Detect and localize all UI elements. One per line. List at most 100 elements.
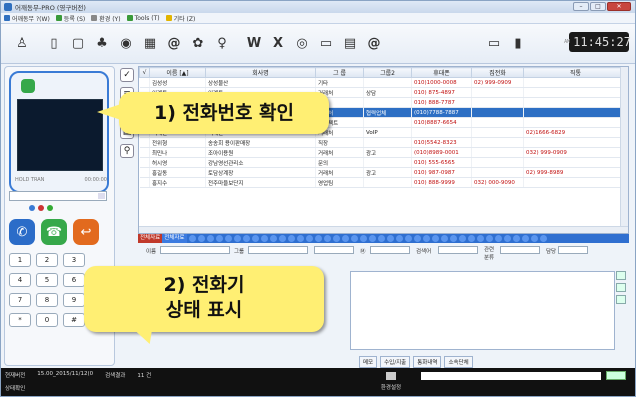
index-letter[interactable] xyxy=(224,235,232,242)
manager-field[interactable] xyxy=(558,246,588,254)
index-letter[interactable] xyxy=(359,235,367,242)
column-header[interactable]: 직통 xyxy=(523,67,628,78)
keypad-key[interactable]: # xyxy=(63,313,85,327)
index-letter[interactable] xyxy=(503,235,511,242)
category-field[interactable] xyxy=(500,246,540,254)
name-field[interactable] xyxy=(160,246,230,254)
table-row[interactable]: 홍지수 전주마을보단지 영업팀 010) 888-9999 032) 000-9090 xyxy=(139,177,628,188)
index-letter[interactable] xyxy=(512,235,520,242)
index-letter[interactable] xyxy=(422,235,430,242)
index-letter[interactable] xyxy=(233,235,241,242)
index-letter[interactable] xyxy=(395,235,403,242)
index-letter[interactable] xyxy=(278,235,286,242)
hangup-icon[interactable]: ↩ xyxy=(73,219,99,245)
monitor-icon[interactable]: ▭ xyxy=(483,33,505,55)
memo-area[interactable] xyxy=(350,271,615,350)
close-button[interactable]: ✕ xyxy=(607,2,631,11)
column-header[interactable]: 회사명 xyxy=(205,67,316,78)
table-row[interactable]: 최민나 조아이용원 거래처 광고 (010)8989-0001 032) 999-0909 xyxy=(139,147,628,158)
phone-icon[interactable]: ▯ xyxy=(43,33,65,55)
keypad-key[interactable]: 8 xyxy=(36,293,58,307)
table-row[interactable]: 김성성 상성물산 기타 010)1000-0008 02) 999-0909 xyxy=(139,77,628,88)
disc-icon[interactable]: ◉ xyxy=(115,33,137,55)
column-header[interactable]: 휴대폰 xyxy=(411,67,472,78)
note-icon[interactable]: ▤ xyxy=(339,33,361,55)
settings-icon[interactable]: ✿ xyxy=(187,33,209,55)
tab-all-data[interactable]: 전체자료 xyxy=(138,234,163,243)
index-letter[interactable] xyxy=(386,235,394,242)
index-letter[interactable] xyxy=(431,235,439,242)
keypad-key[interactable]: 9 xyxy=(63,293,85,307)
index-letter[interactable] xyxy=(485,235,493,242)
keypad-key[interactable]: 2 xyxy=(36,253,58,267)
keypad-key[interactable]: 7 xyxy=(9,293,31,307)
group2-field[interactable] xyxy=(314,246,354,254)
checkbox-icon[interactable]: ✓ xyxy=(120,68,134,82)
at-icon[interactable]: @ xyxy=(363,33,385,55)
index-letter[interactable] xyxy=(251,235,259,242)
memo-save-icon[interactable] xyxy=(616,295,626,304)
call-icon[interactable]: ✆ xyxy=(9,219,35,245)
keypad-key[interactable]: 3 xyxy=(63,253,85,267)
index-letter[interactable] xyxy=(413,235,421,242)
group-icon[interactable]: ♣ xyxy=(91,33,113,55)
index-letter[interactable] xyxy=(377,235,385,242)
excel-icon[interactable]: X xyxy=(267,33,289,55)
column-header[interactable]: 이름 [▲] xyxy=(149,67,206,78)
table-row[interactable]: 홍길동 토담상계장 거래처 광고 010) 987-0987 02) 999-8989 xyxy=(139,167,628,178)
minimize-button[interactable]: – xyxy=(573,2,589,11)
column-header[interactable]: √ xyxy=(139,67,150,78)
index-letter[interactable] xyxy=(530,235,538,242)
search-field[interactable] xyxy=(438,246,478,254)
go-button[interactable] xyxy=(606,371,626,380)
memo-icon[interactable]: ▢ xyxy=(67,33,89,55)
index-letter[interactable] xyxy=(287,235,295,242)
person-icon[interactable]: ♀ xyxy=(211,33,233,55)
menu-item[interactable]: Tools (T) xyxy=(126,15,160,22)
detail-tab[interactable]: 통화내역 xyxy=(413,356,442,368)
column-header[interactable]: 그 룹 xyxy=(315,67,364,78)
column-header[interactable]: 그룹2 xyxy=(363,67,412,78)
index-letter[interactable] xyxy=(314,235,322,242)
index-letter[interactable] xyxy=(440,235,448,242)
email-field[interactable] xyxy=(370,246,410,254)
index-letter[interactable] xyxy=(188,235,196,242)
keypad-key[interactable]: 5 xyxy=(36,273,58,287)
index-letter[interactable] xyxy=(458,235,466,242)
email-icon[interactable]: @ xyxy=(163,33,185,55)
index-letter[interactable] xyxy=(539,235,547,242)
sms-icon[interactable]: ▭ xyxy=(315,33,337,55)
column-header[interactable]: 집전화 xyxy=(471,67,524,78)
menu-item[interactable]: 기타 (Z) xyxy=(165,14,195,23)
table-row[interactable]: 전위형 송송회 용이판매장 직장 010)5542-8323 xyxy=(139,137,628,148)
calendar-icon[interactable]: ▦ xyxy=(139,33,161,55)
index-letter[interactable] xyxy=(368,235,376,242)
keypad-key[interactable]: 0 xyxy=(36,313,58,327)
menu-item[interactable]: 환경 (Y) xyxy=(91,14,121,23)
keypad-key[interactable]: * xyxy=(9,313,31,327)
table-row[interactable]: 허시영 강남영선관리소 문의 010) 555-6565 xyxy=(139,157,628,168)
menu-item[interactable]: 어깨동무 ?(W) xyxy=(4,14,50,23)
index-letter[interactable] xyxy=(467,235,475,242)
memo-search-icon[interactable] xyxy=(616,271,626,280)
index-letter[interactable] xyxy=(404,235,412,242)
index-letter[interactable] xyxy=(476,235,484,242)
group-field[interactable] xyxy=(248,246,308,254)
config-button[interactable]: 환경설정 xyxy=(371,372,411,391)
keypad-key[interactable]: 6 xyxy=(63,273,85,287)
index-letter[interactable] xyxy=(206,235,214,242)
index-letter[interactable] xyxy=(449,235,457,242)
answer-icon[interactable]: ☎ xyxy=(41,219,67,245)
index-letter[interactable] xyxy=(332,235,340,242)
index-letter[interactable] xyxy=(215,235,223,242)
index-letter[interactable] xyxy=(269,235,277,242)
search-icon[interactable]: ⚲ xyxy=(120,144,134,158)
word-icon[interactable]: W xyxy=(243,33,265,55)
index-letter[interactable] xyxy=(242,235,250,242)
line-select[interactable] xyxy=(9,191,107,201)
index-letter[interactable] xyxy=(197,235,205,242)
handset-icon[interactable] xyxy=(21,79,35,93)
index-letter[interactable] xyxy=(494,235,502,242)
index-letter[interactable] xyxy=(305,235,313,242)
vertical-scrollbar[interactable] xyxy=(620,67,628,233)
